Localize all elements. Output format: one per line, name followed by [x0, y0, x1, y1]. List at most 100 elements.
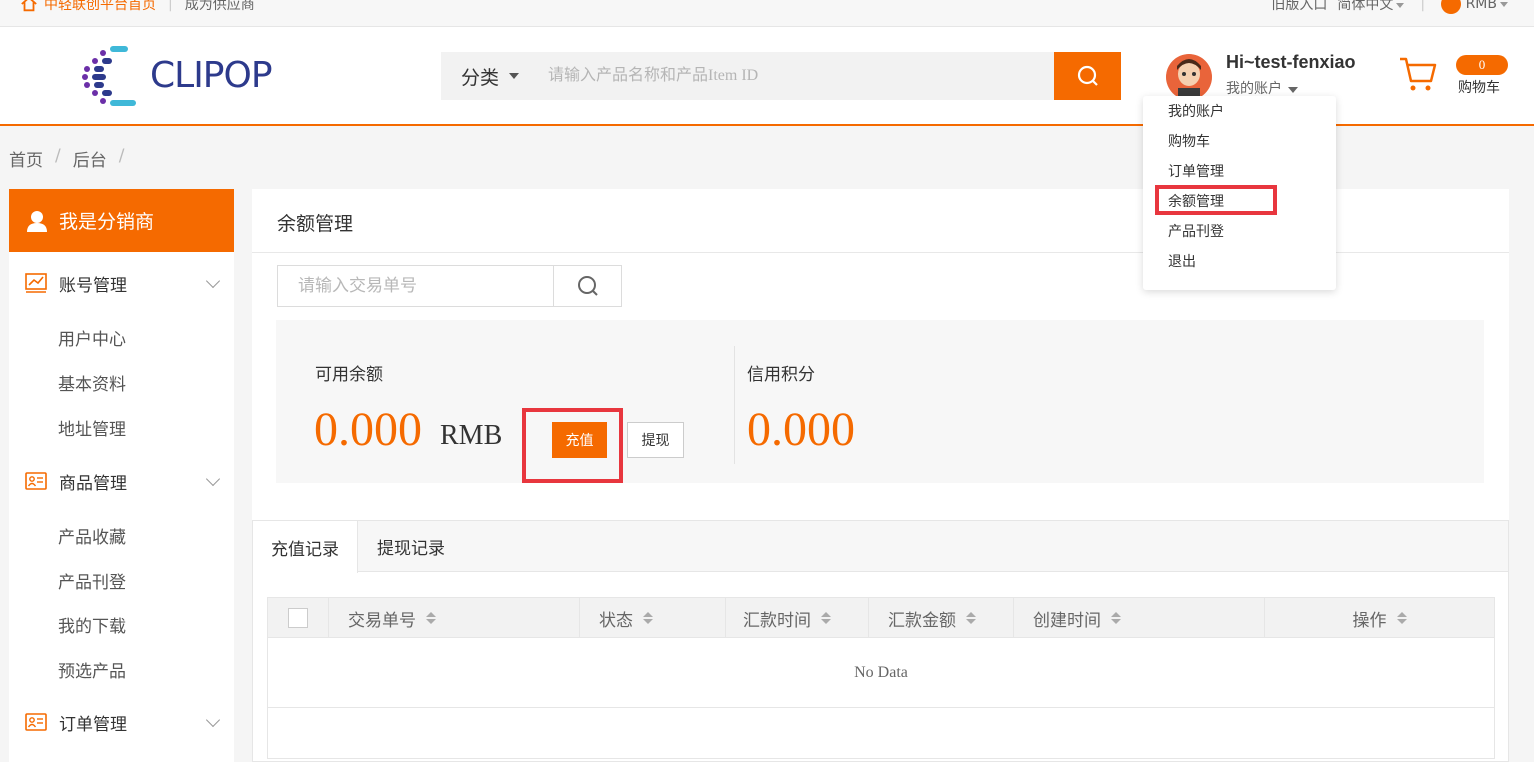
sidebar-item-downloads[interactable]: 我的下载 [58, 612, 126, 637]
currency-select[interactable]: RMB [1441, 0, 1508, 14]
logo-text[interactable]: CLIPOP [150, 55, 273, 96]
sort-icon[interactable] [643, 612, 653, 624]
available-balance-label: 可用余额 [315, 365, 383, 385]
sort-icon[interactable] [821, 612, 831, 624]
empty-state: No Data [268, 638, 1494, 708]
currency-label: RMB [1465, 0, 1497, 12]
currency-unit: RMB [440, 420, 503, 451]
available-balance-value: 0.000 [314, 403, 422, 456]
select-all-checkbox[interactable] [288, 608, 308, 628]
menu-item-cart[interactable]: 购物车 [1168, 131, 1210, 151]
sidebar-item-basic-info[interactable]: 基本资料 [58, 370, 126, 395]
sidebar-group-label: 订单管理 [59, 714, 127, 735]
id-card-icon [25, 472, 47, 490]
withdraw-button[interactable]: 提现 [627, 422, 684, 458]
menu-item-logout[interactable]: 退出 [1168, 251, 1196, 271]
category-select[interactable]: 分类 [441, 63, 536, 90]
sidebar-item-listing[interactable]: 产品刊登 [58, 568, 126, 593]
sidebar-group-label: 账号管理 [59, 275, 127, 296]
col-remit-time[interactable]: 汇款时间 [726, 598, 869, 638]
breadcrumb-separator: / [55, 146, 61, 166]
avatar[interactable] [1166, 54, 1212, 100]
divider: | [168, 0, 173, 12]
records-tabs: 充值记录 提现记录 [253, 521, 1508, 573]
top-right-links: 旧版入口 简体中文 | RMB [1271, 0, 1508, 14]
col-created-time[interactable]: 创建时间 [1014, 598, 1265, 638]
language-label: 简体中文 [1337, 0, 1394, 13]
column-label: 汇款时间 [743, 610, 811, 631]
product-search-input[interactable] [536, 52, 1054, 100]
transaction-search-button[interactable] [553, 266, 621, 306]
user-greeting: Hi~test-fenxiao [1226, 52, 1356, 72]
user-avatar-icon [1166, 54, 1212, 100]
balance-summary: 可用余额 0.000 RMB 充值 提现 信用积分 0.000 [276, 320, 1484, 483]
category-label: 分类 [461, 66, 500, 89]
home-icon [21, 0, 37, 12]
top-left-links: 中轻联创平台首页 | 成为供应商 [20, 0, 255, 14]
chevron-down-icon [205, 273, 221, 289]
records-section: 充值记录 提现记录 交易单号 状态 汇款时间 汇款金额 创建时间 操作 No D… [252, 520, 1509, 762]
col-status[interactable]: 状态 [580, 598, 726, 638]
column-label: 交易单号 [348, 610, 416, 631]
sort-icon[interactable] [1111, 612, 1121, 624]
breadcrumb-backend[interactable]: 后台 [73, 146, 107, 171]
chevron-down-icon [1288, 87, 1298, 93]
sidebar-item-favorites[interactable]: 产品收藏 [58, 523, 126, 548]
become-supplier-link[interactable]: 成为供应商 [185, 0, 255, 14]
chevron-down-icon [205, 712, 221, 728]
sidebar: 我是分销商 账号管理 用户中心 基本资料 地址管理 商品管理 产品收藏 产品刊登… [9, 189, 234, 762]
column-label: 创建时间 [1033, 610, 1101, 631]
my-account-toggle[interactable]: 我的账户 [1226, 78, 1298, 98]
sidebar-group-orders[interactable]: 订单管理 [9, 702, 234, 742]
transaction-search [277, 265, 622, 307]
column-label: 状态 [599, 610, 633, 631]
cart[interactable]: 0 购物车 [1398, 55, 1508, 97]
recharge-highlight-box [522, 408, 623, 483]
page-title: 余额管理 [277, 213, 354, 235]
top-strip: 中轻联创平台首页 | 成为供应商 旧版入口 简体中文 | RMB [0, 0, 1534, 27]
id-card-icon [25, 713, 47, 731]
sort-icon[interactable] [966, 612, 976, 624]
product-search-bar: 分类 [441, 52, 1121, 100]
breadcrumb-separator: / [118, 146, 125, 166]
home-link[interactable]: 中轻联创平台首页 [44, 0, 156, 14]
cart-count-badge: 0 [1456, 55, 1508, 75]
old-version-link[interactable]: 旧版入口 [1271, 0, 1327, 14]
sidebar-item-preselected[interactable]: 预选产品 [58, 657, 126, 682]
sidebar-header-label: 我是分销商 [59, 211, 155, 233]
tab-withdraw-records[interactable]: 提现记录 [359, 521, 463, 572]
col-transaction-no[interactable]: 交易单号 [329, 598, 580, 638]
sort-icon[interactable] [1396, 612, 1407, 624]
column-label: 汇款金额 [888, 610, 956, 631]
col-remit-amount[interactable]: 汇款金额 [869, 598, 1014, 638]
divider: | [1420, 0, 1426, 12]
sort-icon[interactable] [426, 612, 436, 624]
user-icon [27, 210, 47, 232]
tab-recharge-records[interactable]: 充值记录 [253, 521, 358, 573]
search-icon [577, 276, 598, 296]
menu-item-listing[interactable]: 产品刊登 [1168, 221, 1224, 241]
chevron-down-icon [1500, 1, 1508, 7]
sidebar-group-products[interactable]: 商品管理 [9, 461, 234, 501]
menu-item-orders[interactable]: 订单管理 [1168, 161, 1224, 181]
sidebar-item-address[interactable]: 地址管理 [58, 415, 126, 440]
cart-label: 购物车 [1458, 80, 1500, 96]
breadcrumb-home[interactable]: 首页 [9, 146, 43, 171]
search-button[interactable] [1054, 52, 1121, 100]
menu-item-my-account[interactable]: 我的账户 [1168, 101, 1224, 121]
chevron-down-icon [1396, 2, 1405, 8]
search-icon [1077, 65, 1098, 86]
sidebar-group-account[interactable]: 账号管理 [9, 263, 234, 303]
my-account-label: 我的账户 [1226, 81, 1282, 97]
sidebar-group-label: 商品管理 [59, 473, 127, 494]
breadcrumb: 首页 / 后台 / [9, 146, 124, 171]
sidebar-item-user-center[interactable]: 用户中心 [58, 325, 126, 350]
language-select[interactable]: 简体中文 [1337, 0, 1405, 14]
chevron-down-icon [205, 471, 221, 487]
table-header: 交易单号 状态 汇款时间 汇款金额 创建时间 操作 [268, 598, 1494, 638]
transaction-search-input[interactable] [278, 266, 553, 306]
sidebar-header: 我是分销商 [9, 189, 234, 252]
col-actions[interactable]: 操作 [1265, 598, 1494, 638]
column-label: 操作 [1352, 610, 1387, 631]
select-all-cell [268, 598, 329, 638]
